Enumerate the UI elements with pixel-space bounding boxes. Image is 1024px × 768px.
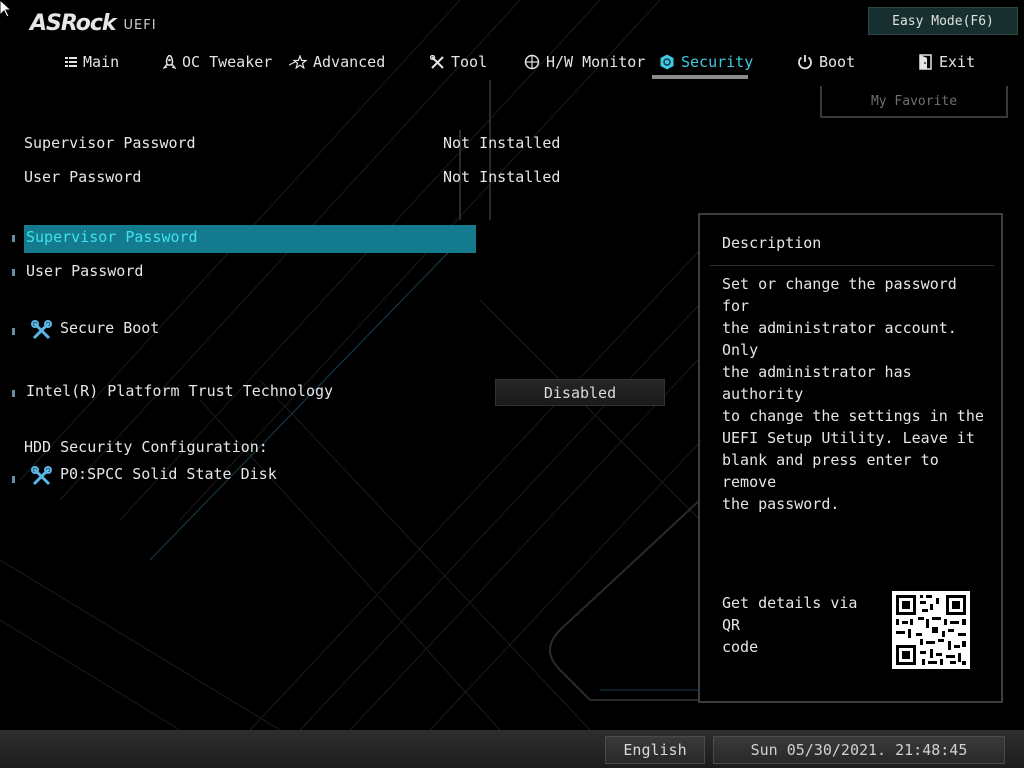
power-icon: [798, 55, 812, 70]
tab-tool[interactable]: Tool: [430, 48, 487, 76]
description-line: the password.: [722, 495, 840, 513]
description-divider: [710, 265, 994, 266]
star-icon: [289, 55, 307, 69]
tab-label: Security: [681, 53, 754, 71]
rocket-icon: [163, 54, 176, 69]
row-marker: [12, 328, 15, 335]
tab-label: Exit: [939, 53, 976, 71]
description-text: Set or change the password for the admin…: [722, 273, 990, 515]
exit-icon: [919, 54, 932, 70]
user-password-item[interactable]: User Password: [26, 262, 143, 280]
tab-boot[interactable]: Boot: [797, 48, 855, 76]
description-line: to change the settings in the: [722, 407, 984, 425]
tab-oc-tweaker[interactable]: OC Tweaker: [163, 48, 272, 76]
description-line: Set or change the password for: [722, 275, 957, 315]
shield-icon: [660, 54, 674, 70]
date-time-display: Sun 05/30/2021. 21:48:45: [713, 736, 1005, 764]
top-nav-tabs: Main OC Tweaker Advanced Tool H/W Monito…: [0, 48, 1024, 78]
row-marker: [12, 476, 15, 483]
user-password-status-label: User Password: [24, 168, 142, 186]
asrock-logo: ASRock UEFI: [30, 10, 157, 36]
description-line: UEFI Setup Utility. Leave it: [722, 429, 975, 447]
description-line: blank and press enter to remove: [722, 451, 939, 491]
tab-label: Tool: [451, 53, 488, 71]
tab-label: OC Tweaker: [182, 53, 273, 71]
active-tab-indicator: [652, 75, 748, 79]
row-marker: [12, 390, 15, 397]
qr-caption-line: code: [722, 638, 759, 656]
my-favorite-button[interactable]: My Favorite: [820, 86, 1008, 118]
ptt-value-dropdown[interactable]: Disabled: [495, 379, 665, 406]
tab-hw-monitor[interactable]: H/W Monitor: [524, 48, 645, 76]
tab-label: Advanced: [313, 53, 386, 71]
tab-exit[interactable]: Exit: [919, 48, 975, 76]
qr-code-icon: [892, 591, 970, 669]
tools-icon: [430, 54, 444, 69]
tab-advanced[interactable]: Advanced: [289, 48, 385, 76]
description-line: the administrator has authority: [722, 363, 912, 403]
user-password-status-value: Not Installed: [443, 168, 561, 186]
qr-caption: Get details via QR code: [722, 592, 882, 658]
qr-caption-line: Get details via QR: [722, 594, 858, 634]
mouse-cursor-icon: [0, 0, 12, 18]
supervisor-password-status-value: Not Installed: [443, 134, 561, 152]
tools-icon: [31, 466, 52, 486]
hdd-ssd-item[interactable]: P0:SPCC Solid State Disk: [60, 465, 277, 483]
tab-label: H/W Monitor: [546, 53, 646, 71]
description-panel: Description Set or change the password f…: [698, 213, 1003, 703]
easy-mode-button[interactable]: Easy Mode(F6): [868, 7, 1018, 35]
supervisor-password-status-label: Supervisor Password: [24, 134, 196, 152]
logo-suffix: UEFI: [123, 18, 157, 33]
logo-brand: ASRock: [30, 11, 117, 36]
row-marker: [12, 235, 15, 242]
monitor-icon: [524, 54, 540, 70]
hdd-security-header: HDD Security Configuration:: [24, 438, 268, 456]
tab-security[interactable]: Security: [659, 48, 753, 76]
description-title: Description: [722, 234, 822, 252]
tab-main[interactable]: Main: [65, 48, 119, 76]
ptt-label[interactable]: Intel(R) Platform Trust Technology: [26, 382, 333, 400]
tab-label: Main: [83, 53, 120, 71]
description-line: the administrator account. Only: [722, 319, 957, 359]
list-icon: [65, 57, 77, 67]
tab-label: Boot: [819, 53, 856, 71]
supervisor-password-label: Supervisor Password: [26, 228, 198, 246]
row-marker: [12, 269, 15, 276]
secure-boot-item[interactable]: Secure Boot: [60, 319, 159, 337]
language-button[interactable]: English: [605, 736, 705, 764]
tools-icon: [31, 320, 52, 340]
